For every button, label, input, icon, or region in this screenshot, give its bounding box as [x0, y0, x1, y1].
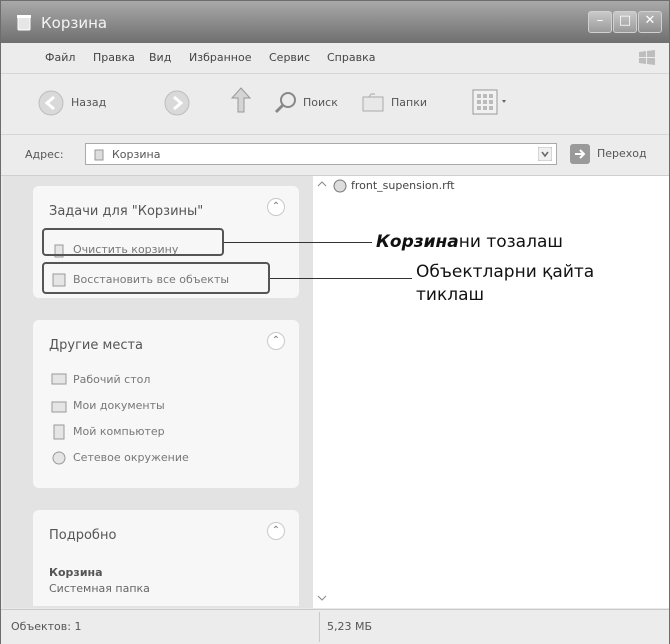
toolbar: Назад Поиск Папки [1, 74, 669, 135]
restore-task-highlight [42, 262, 270, 294]
folders-button[interactable]: Папки [361, 88, 451, 118]
windows-logo-icon [639, 50, 655, 65]
menu-favorites[interactable]: Избранное [189, 51, 251, 64]
go-label: Переход [597, 147, 647, 160]
restore-annotation-line2: тиклаш [416, 285, 485, 305]
empty-annotation: Корзинани тозалаш [376, 232, 563, 252]
minimize-icon: – [596, 13, 604, 28]
up-folder-icon[interactable] [229, 86, 253, 116]
empty-annotation-rest: ни тозалаш [458, 232, 563, 252]
search-icon [274, 92, 296, 114]
menu-file[interactable]: Файл [45, 51, 75, 64]
restore-annotation-line1: Объектларни қайта [416, 262, 595, 282]
empty-task-highlight [42, 228, 224, 256]
place-my-documents-label: Мои документы [73, 399, 165, 412]
go-arrow-icon [570, 144, 590, 164]
place-my-computer-label: Мой компьютер [73, 425, 165, 438]
forward-arrow-icon[interactable] [163, 89, 191, 117]
chevron-up-icon[interactable]: ⌃ [267, 522, 285, 540]
details-name: Корзина [49, 566, 103, 579]
maximize-icon: □ [618, 13, 632, 28]
close-button[interactable]: ✕ [638, 11, 662, 33]
place-my-computer[interactable]: Мой компьютер [51, 424, 165, 440]
minimize-button[interactable]: – [588, 11, 612, 33]
address-value: Корзина [112, 148, 161, 161]
place-my-documents[interactable]: Мои документы [51, 398, 165, 414]
place-desktop[interactable]: Рабочий стол [51, 372, 150, 388]
address-field[interactable]: Корзина [85, 143, 557, 165]
menu-bar: Файл Правка Вид Избранное Сервис Справка [1, 43, 669, 74]
file-icon [333, 179, 347, 193]
back-button[interactable]: Назад [37, 88, 137, 118]
address-label: Адрес: [25, 148, 64, 161]
menu-help[interactable]: Справка [327, 51, 375, 64]
recycle-bin-small-icon [94, 149, 104, 161]
other-places-title: Другие места [49, 338, 144, 353]
documents-folder-icon [51, 401, 67, 413]
back-arrow-icon [38, 90, 64, 116]
search-button[interactable]: Поиск [273, 88, 351, 118]
window-title: Корзина [41, 14, 108, 32]
recycle-bin-icon [17, 15, 31, 31]
chevron-up-icon[interactable]: ⌃ [267, 198, 285, 216]
file-name: front_supension.rft [351, 179, 455, 192]
address-bar: Адрес: Корзина Переход [1, 135, 669, 176]
status-bar: Объектов: 1 5,23 МБ [1, 609, 669, 644]
empty-annotation-bold: Корзина [376, 232, 459, 252]
tasks-panel-title: Задачи для "Корзины" [49, 204, 204, 219]
status-divider [319, 612, 320, 642]
back-label: Назад [71, 96, 107, 109]
details-panel: Подробно ⌃ Корзина Системная папка [33, 510, 299, 606]
computer-icon [53, 424, 65, 440]
go-button[interactable]: Переход [569, 141, 667, 167]
network-icon [52, 451, 66, 465]
details-subtitle: Системная папка [49, 582, 150, 595]
chevron-up-icon[interactable]: ⌃ [267, 332, 285, 350]
place-desktop-label: Рабочий стол [73, 373, 151, 386]
status-size: 5,23 МБ [327, 620, 373, 633]
status-objects: Объектов: 1 [11, 620, 82, 633]
menu-tools[interactable]: Сервис [269, 51, 310, 64]
place-network[interactable]: Сетевое окружение [51, 450, 189, 466]
other-places-panel: Другие места ⌃ Рабочий стол Мои документ… [33, 320, 299, 488]
chevron-down-icon[interactable] [538, 147, 552, 161]
views-icon[interactable] [471, 88, 511, 116]
folders-label: Папки [391, 96, 427, 109]
explorer-window: Корзина – □ ✕ Файл Правка Вид Избранное … [0, 0, 670, 644]
desktop-icon [51, 373, 67, 385]
restore-callout-line [270, 278, 412, 279]
title-bar: Корзина – □ ✕ [1, 1, 669, 43]
empty-callout-line [224, 242, 372, 243]
folders-icon [362, 93, 384, 112]
maximize-button[interactable]: □ [613, 11, 637, 33]
place-network-label: Сетевое окружение [73, 451, 189, 464]
search-label: Поиск [303, 96, 338, 109]
menu-edit[interactable]: Правка [93, 51, 135, 64]
close-icon: ✕ [644, 13, 656, 28]
details-panel-title: Подробно [49, 528, 117, 543]
menu-view[interactable]: Вид [149, 51, 171, 64]
